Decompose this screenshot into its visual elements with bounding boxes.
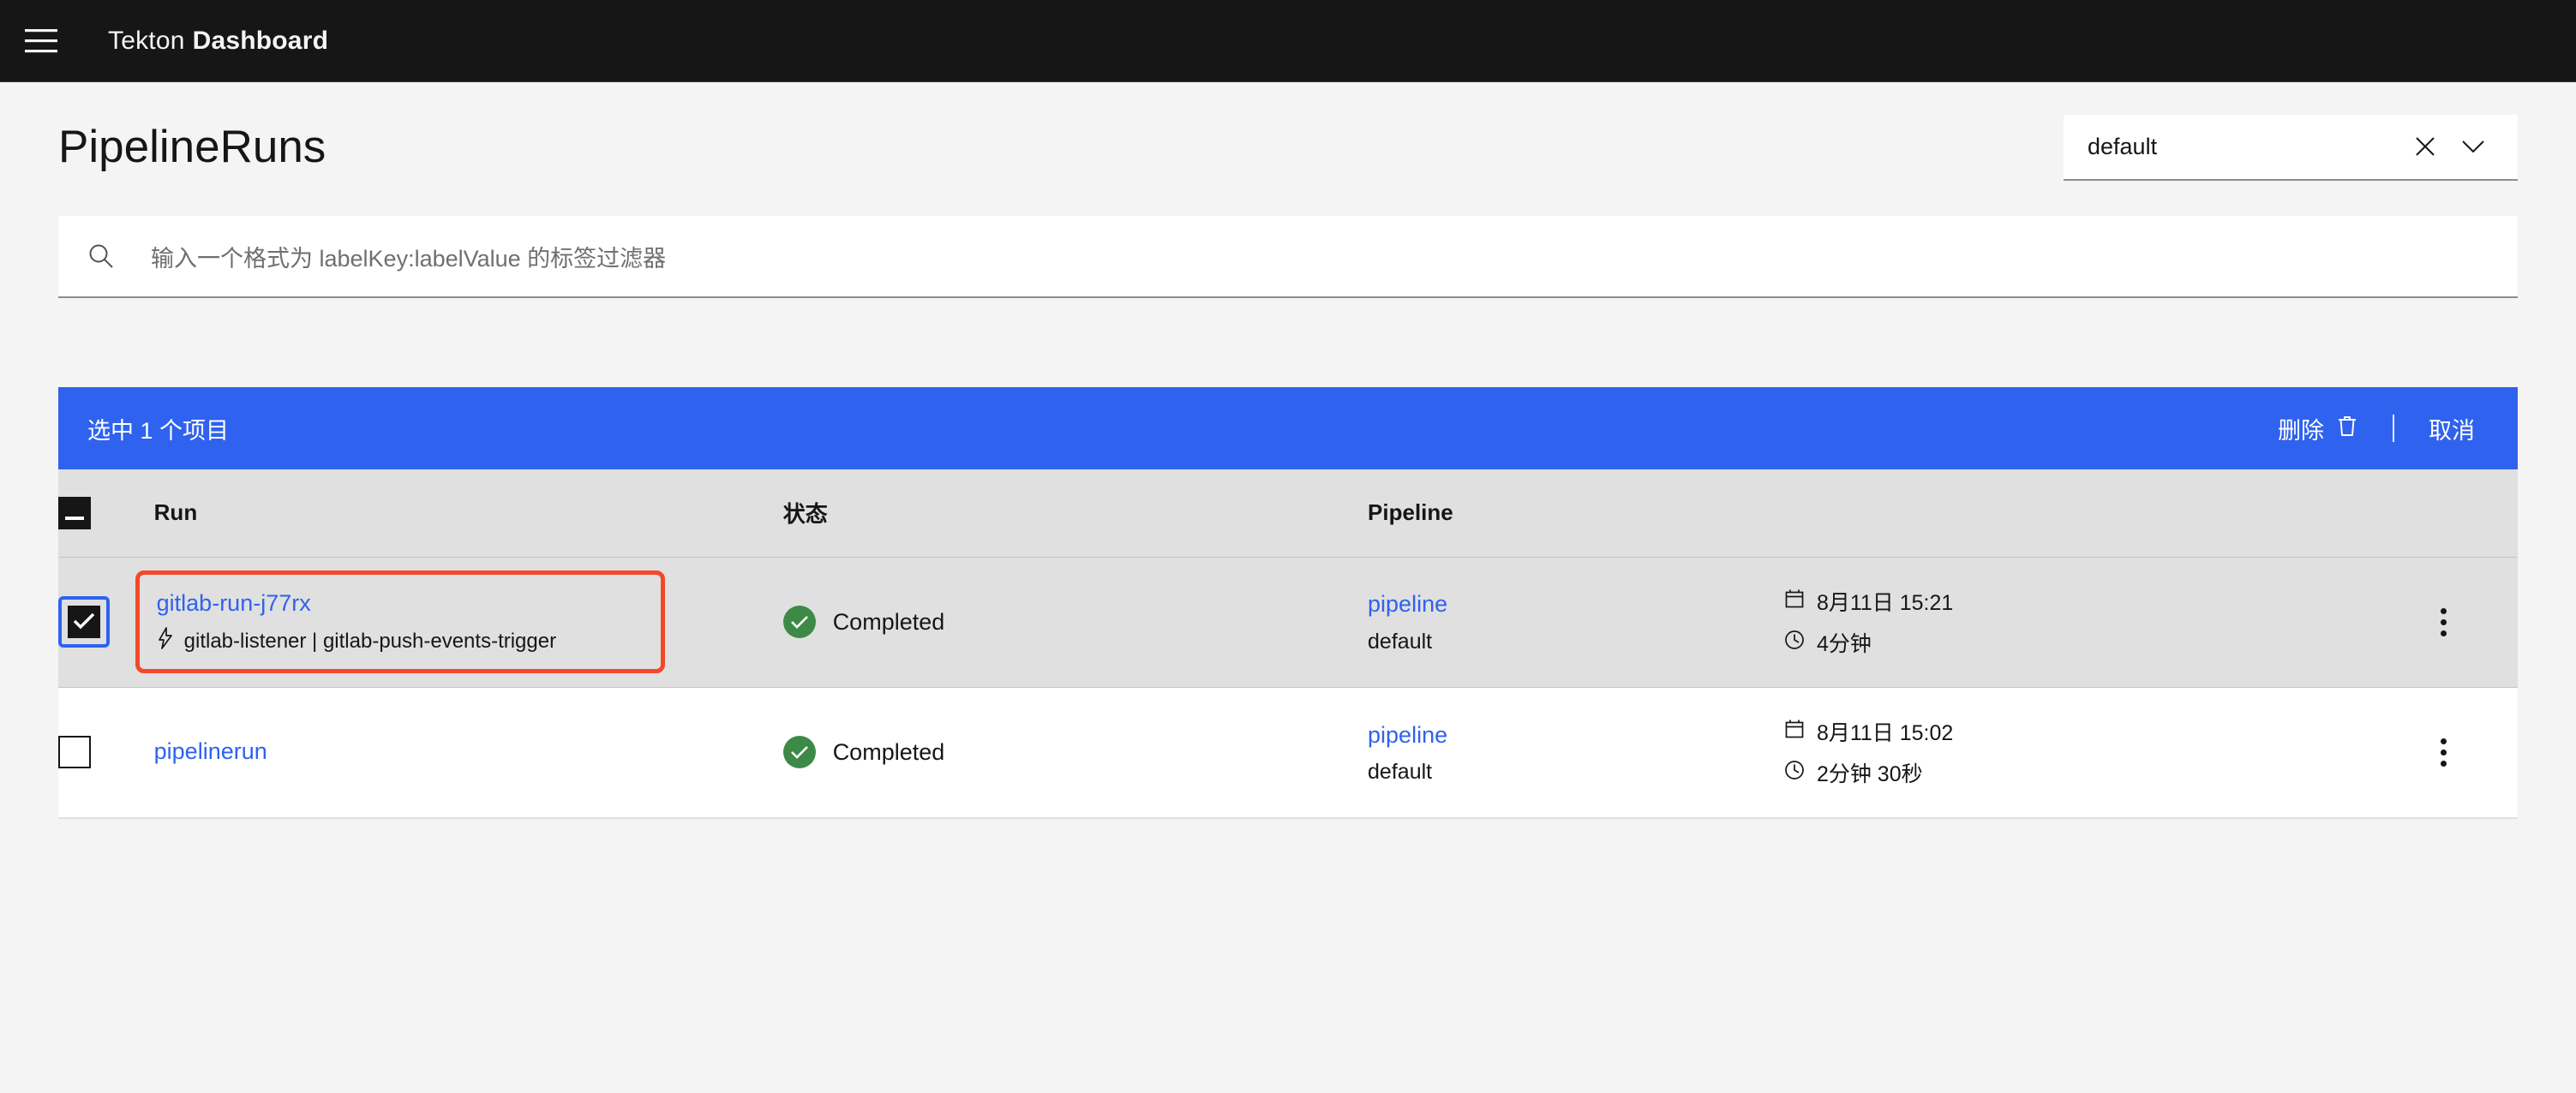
created-time: 8月11日 15:21 <box>1784 586 2405 617</box>
created-time: 8月11日 15:02 <box>1784 716 2405 747</box>
overflow-menu-icon[interactable] <box>2420 728 2468 776</box>
run-trigger-info: gitlab-listener | gitlab-push-events-tri… <box>157 627 642 655</box>
table-header-row: Run 状态 Pipeline <box>58 469 2518 557</box>
row-checkbox-focus-ring <box>58 596 110 648</box>
select-all-checkbox-cell <box>58 469 154 557</box>
search-input-placeholder: 输入一个格式为 labelKey:labelValue 的标签过滤器 <box>151 245 667 272</box>
row-checkbox[interactable] <box>58 736 91 769</box>
column-header-status[interactable]: 状态 <box>783 469 1368 557</box>
run-info: pipelinerun <box>154 738 267 767</box>
trash-icon <box>2336 414 2358 444</box>
page-title: PipelineRuns <box>58 121 326 172</box>
time-cell: 8月11日 15:21 4分钟 <box>1783 556 2405 688</box>
pipeline-namespace: default <box>1368 759 1433 784</box>
status-cell: Completed <box>782 687 1368 817</box>
checkmark-icon <box>73 609 95 636</box>
app-title[interactable]: Tekton Dashboard <box>108 27 328 56</box>
dash-icon <box>65 499 84 526</box>
calendar-icon <box>1784 588 1805 615</box>
hamburger-menu-icon <box>25 28 57 54</box>
batch-selection-count: 选中 1 个项目 <box>87 417 230 444</box>
run-cell: gitlab-run-j77rx gitlab-listener | gitla… <box>135 556 783 688</box>
duration: 4分钟 <box>1784 627 2405 658</box>
calendar-icon <box>1784 719 1805 745</box>
hamburger-menu-button[interactable] <box>0 0 82 82</box>
created-time-text: 8月11日 15:21 <box>1816 591 1954 615</box>
row-checkbox-cell <box>58 687 154 817</box>
table-body: gitlab-run-j77rx gitlab-listener | gitla… <box>58 556 2518 817</box>
namespace-dropdown[interactable]: default <box>2064 114 2518 181</box>
batch-action-buttons: 删除 取消 <box>2262 387 2490 469</box>
clock-icon <box>1784 630 1805 656</box>
column-header-run[interactable]: Run <box>154 469 783 557</box>
run-name-link[interactable]: pipelinerun <box>154 738 267 767</box>
status-label: Completed <box>832 738 945 765</box>
status-cell: Completed <box>782 556 1369 688</box>
pipeline-namespace: default <box>1368 629 1433 654</box>
batch-divider <box>2393 415 2394 442</box>
row-checkbox[interactable] <box>68 606 100 638</box>
delete-button[interactable]: 删除 <box>2262 387 2374 469</box>
delete-button-label: 删除 <box>2278 417 2324 444</box>
page-title-row: PipelineRuns default <box>58 82 2518 194</box>
row-actions-cell <box>2404 556 2518 688</box>
table-row[interactable]: gitlab-run-j77rx gitlab-listener | gitla… <box>58 556 2518 688</box>
duration: 2分钟 30秒 <box>1784 757 2405 788</box>
lightning-bolt-icon <box>157 627 174 655</box>
pipelineruns-table-container: 选中 1 个项目 删除 取消 Run 状态 Pipeline gitlab-ru… <box>58 387 2518 819</box>
run-highlight-box: gitlab-run-j77rx gitlab-listener | gitla… <box>135 570 665 674</box>
time-cell: 8月11日 15:02 2分钟 30秒 <box>1784 687 2405 817</box>
duration-text: 2分钟 30秒 <box>1816 762 1923 787</box>
label-filter-wrapper: 输入一个格式为 labelKey:labelValue 的标签过滤器 <box>58 216 2518 298</box>
pipeline-cell: pipeline default <box>1368 687 1784 817</box>
search-input[interactable]: 输入一个格式为 labelKey:labelValue 的标签过滤器 <box>58 216 2518 298</box>
page-content: PipelineRuns default 输入一个格式为 labelKey:la… <box>0 82 2576 819</box>
batch-action-bar: 选中 1 个项目 删除 取消 <box>58 387 2518 469</box>
clock-icon <box>1784 760 1805 786</box>
cancel-button[interactable]: 取消 <box>2413 387 2490 469</box>
namespace-dropdown-value: default <box>2088 133 2158 159</box>
search-icon <box>87 242 139 270</box>
table-header: Run 状态 Pipeline <box>58 469 2518 557</box>
app-title-product: Tekton <box>108 26 185 55</box>
created-time-text: 8月11日 15:02 <box>1816 721 1954 746</box>
run-name-link[interactable]: gitlab-run-j77rx <box>157 589 642 618</box>
column-header-pipeline[interactable]: Pipeline <box>1368 469 2518 557</box>
duration-text: 4分钟 <box>1816 632 1872 656</box>
app-header: Tekton Dashboard <box>0 0 2576 82</box>
pipeline-cell: pipeline default <box>1368 556 1784 688</box>
status-label: Completed <box>832 608 945 635</box>
overflow-menu-icon[interactable] <box>2420 598 2468 646</box>
close-icon[interactable] <box>2401 135 2449 158</box>
run-cell: pipelinerun <box>154 687 783 817</box>
cancel-button-label: 取消 <box>2429 417 2475 444</box>
pipelineruns-table: Run 状态 Pipeline gitlab-run-j77rx gitlab-… <box>58 469 2518 817</box>
check-circle-filled-icon <box>782 606 816 638</box>
row-actions-cell <box>2405 687 2518 817</box>
run-trigger-text: gitlab-listener | gitlab-push-events-tri… <box>183 629 557 653</box>
select-all-checkbox[interactable] <box>58 496 91 529</box>
check-circle-filled-icon <box>782 736 816 769</box>
pipeline-name-link[interactable]: pipeline <box>1368 589 1784 619</box>
app-title-name: Dashboard <box>192 26 329 55</box>
chevron-down-icon[interactable] <box>2449 139 2497 154</box>
table-row[interactable]: pipelinerun Completed pipeline default 8… <box>58 687 2518 817</box>
pipeline-name-link[interactable]: pipeline <box>1368 720 1784 750</box>
